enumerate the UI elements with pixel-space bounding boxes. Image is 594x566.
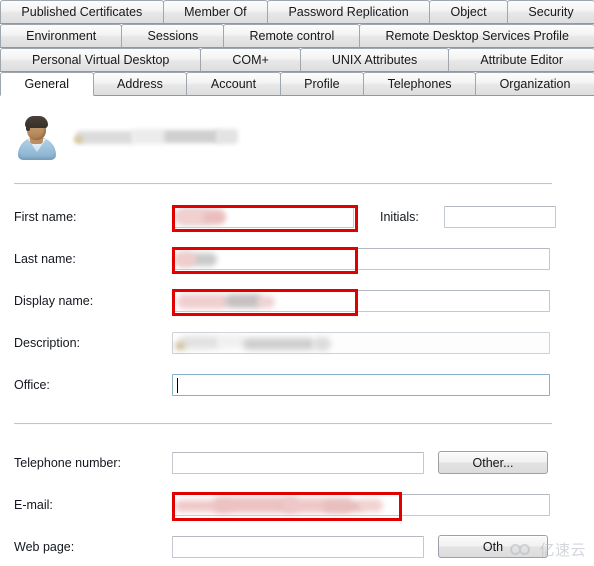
first-name-input[interactable]	[172, 206, 354, 228]
telephone-number-input[interactable]	[172, 452, 424, 474]
tab-row-1: Published Certificates Member Of Passwor…	[0, 0, 594, 24]
tab-published-certificates[interactable]: Published Certificates	[0, 0, 164, 24]
description-input[interactable]	[172, 332, 550, 354]
tab-label: Telephones	[387, 76, 452, 91]
row-web-page: Web page:	[14, 532, 424, 562]
tab-label: Personal Virtual Desktop	[32, 52, 170, 67]
display-name-label: Display name:	[14, 294, 94, 308]
tab-label: Profile	[304, 76, 340, 91]
tab-label: UNIX Attributes	[331, 52, 418, 67]
user-display-name-redacted	[72, 126, 240, 148]
telephone-other-button-label: Other...	[472, 455, 514, 470]
separator-top	[14, 183, 552, 185]
office-label: Office:	[14, 378, 50, 392]
office-input[interactable]	[172, 374, 550, 396]
tab-attribute-editor[interactable]: Attribute Editor	[448, 48, 594, 72]
tab-label: General	[24, 76, 69, 91]
tab-label: Attribute Editor	[480, 52, 563, 67]
tab-security[interactable]: Security	[507, 0, 594, 24]
row-description: Description:	[14, 328, 550, 358]
tab-organization[interactable]: Organization	[475, 72, 594, 96]
watermark-text: 亿速云	[539, 541, 586, 559]
display-name-input[interactable]	[172, 290, 550, 312]
initials-label: Initials:	[380, 210, 419, 224]
site-watermark: 亿速云	[510, 539, 586, 560]
tab-label: Security	[528, 4, 574, 19]
tab-password-replication[interactable]: Password Replication	[267, 0, 431, 24]
last-name-input[interactable]	[172, 248, 550, 270]
row-first-name: First name: Initials:	[14, 202, 556, 232]
tab-member-of[interactable]: Member Of	[162, 0, 269, 24]
tab-profile[interactable]: Profile	[279, 72, 365, 96]
tab-label: Member Of	[184, 4, 247, 19]
row-office: Office:	[14, 370, 550, 400]
tab-label: Published Certificates	[21, 4, 143, 19]
web-page-other-button-label: Oth	[482, 539, 504, 554]
tab-remote-desktop-services-profile[interactable]: Remote Desktop Services Profile	[359, 24, 594, 48]
telephone-number-label: Telephone number:	[14, 456, 122, 470]
tab-label: Object	[450, 4, 487, 19]
tab-label: Environment	[26, 28, 97, 43]
tab-com-plus[interactable]: COM+	[200, 48, 301, 72]
row-email: E-mail:	[14, 490, 550, 520]
tab-remote-control[interactable]: Remote control	[223, 24, 361, 48]
row-telephone-number: Telephone number:	[14, 448, 424, 478]
description-label: Description:	[14, 336, 80, 350]
general-tab-panel: First name: Initials: Last name: Display…	[0, 95, 594, 566]
tab-address[interactable]: Address	[92, 72, 188, 96]
user-avatar-icon	[14, 114, 60, 160]
tab-label: Address	[117, 76, 163, 91]
tab-environment[interactable]: Environment	[0, 24, 123, 48]
tab-sessions[interactable]: Sessions	[121, 24, 225, 48]
tab-label: Account	[210, 76, 257, 91]
row-last-name: Last name:	[14, 244, 550, 274]
email-label: E-mail:	[14, 498, 53, 512]
tab-label: Remote control	[249, 28, 335, 43]
web-page-label: Web page:	[14, 540, 75, 554]
first-name-label: First name:	[14, 210, 77, 224]
tab-label: Password Replication	[288, 4, 409, 19]
tab-row-3: Personal Virtual Desktop COM+ UNIX Attri…	[0, 48, 594, 72]
initials-input[interactable]	[444, 206, 556, 228]
tab-label: Remote Desktop Services Profile	[385, 28, 569, 43]
tab-strip: Published Certificates Member Of Passwor…	[0, 0, 594, 96]
tab-object[interactable]: Object	[429, 0, 509, 24]
separator-bottom	[14, 423, 552, 425]
tab-general[interactable]: General	[0, 72, 94, 96]
tab-unix-attributes[interactable]: UNIX Attributes	[299, 48, 450, 72]
telephone-other-button[interactable]: Other...	[438, 451, 548, 474]
web-page-input[interactable]	[172, 536, 424, 558]
email-input[interactable]	[172, 494, 550, 516]
tab-label: Organization	[499, 76, 571, 91]
cloud-glasses-logo-icon	[510, 542, 536, 557]
text-caret	[177, 378, 178, 393]
tab-label: Sessions	[147, 28, 199, 43]
tab-personal-virtual-desktop[interactable]: Personal Virtual Desktop	[0, 48, 202, 72]
tab-account[interactable]: Account	[186, 72, 281, 96]
last-name-label: Last name:	[14, 252, 76, 266]
tab-telephones[interactable]: Telephones	[363, 72, 477, 96]
identity-header	[14, 112, 240, 162]
row-display-name: Display name:	[14, 286, 550, 316]
avatar-hair	[25, 116, 48, 131]
tab-row-2: Environment Sessions Remote control Remo…	[0, 24, 594, 48]
tab-row-4: General Address Account Profile Telephon…	[0, 72, 594, 96]
tab-label: COM+	[232, 52, 269, 67]
